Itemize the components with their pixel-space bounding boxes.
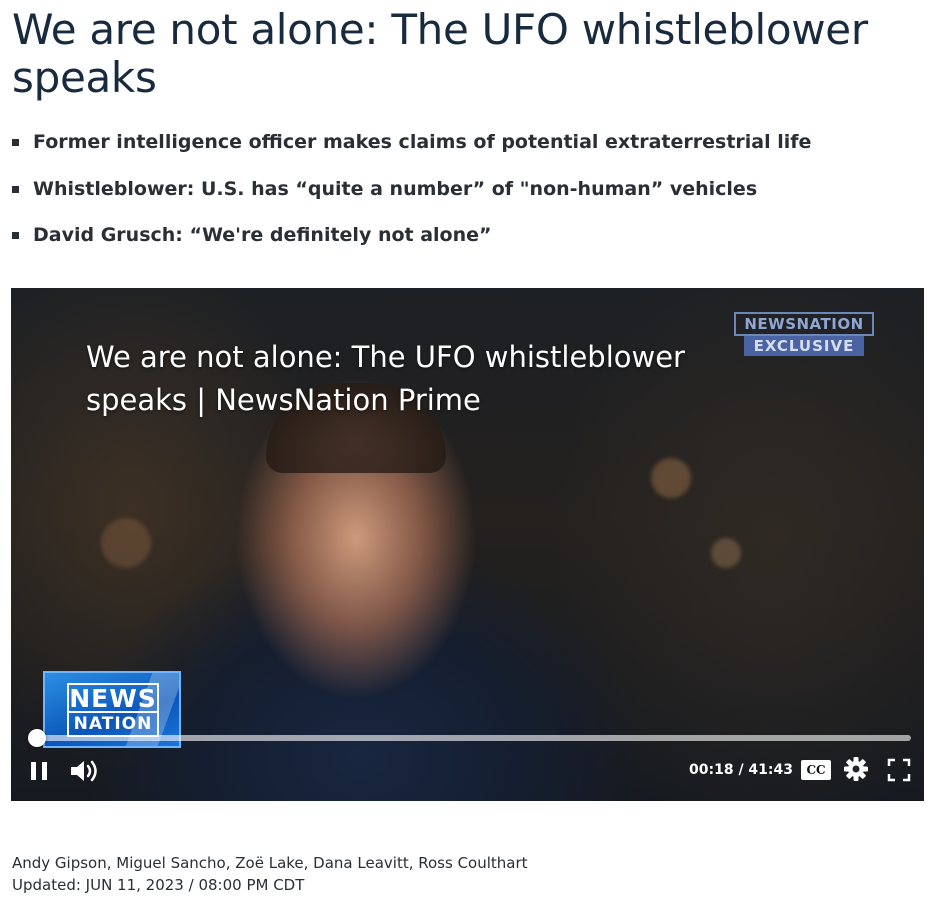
gear-icon[interactable] — [843, 756, 869, 782]
key-point-text: David Grusch: “We're definitely not alon… — [33, 224, 492, 246]
updated-timestamp: Updated: JUN 11, 2023 / 08:00 PM CDT — [12, 876, 305, 894]
key-point-text: Former intelligence officer makes claims… — [33, 131, 812, 153]
progress-bar[interactable] — [28, 729, 911, 747]
bullet-square-icon — [12, 185, 19, 193]
key-point-text: Whistleblower: U.S. has “quite a number”… — [33, 177, 758, 200]
article-headline: We are not alone: The UFO whistleblower … — [12, 5, 868, 102]
exclusive-badge-label: EXCLUSIVE — [744, 336, 864, 356]
closed-captions-button[interactable]: CC — [801, 760, 831, 780]
key-points-list: Former intelligence officer makes claims… — [12, 128, 922, 268]
video-player[interactable]: We are not alone: The UFO whistleblower … — [11, 288, 924, 801]
time-display: 00:18 / 41:43 — [689, 762, 793, 778]
exclusive-badge: NEWSNATION EXCLUSIVE — [734, 312, 874, 356]
logo-line-1: NEWS — [67, 683, 159, 713]
pause-icon[interactable] — [29, 760, 49, 782]
key-point: David Grusch: “We're definitely not alon… — [12, 221, 922, 268]
control-bar: 00:18 / 41:43 CC — [11, 752, 924, 788]
bullet-square-icon — [12, 139, 19, 146]
exclusive-badge-brand: NEWSNATION — [734, 312, 874, 336]
background-light — [101, 518, 151, 568]
key-point: Former intelligence officer makes claims… — [12, 128, 922, 175]
volume-icon[interactable] — [69, 758, 103, 784]
logo-line-2: NATION — [67, 711, 159, 737]
video-title: We are not alone: The UFO whistleblower … — [86, 340, 685, 417]
background-light — [651, 458, 691, 498]
author-byline: Andy Gipson, Miguel Sancho, Zoë Lake, Da… — [12, 854, 528, 872]
key-point: Whistleblower: U.S. has “quite a number”… — [12, 175, 922, 222]
bullet-square-icon — [12, 232, 19, 239]
background-light — [711, 538, 741, 568]
fullscreen-icon[interactable] — [887, 758, 911, 782]
